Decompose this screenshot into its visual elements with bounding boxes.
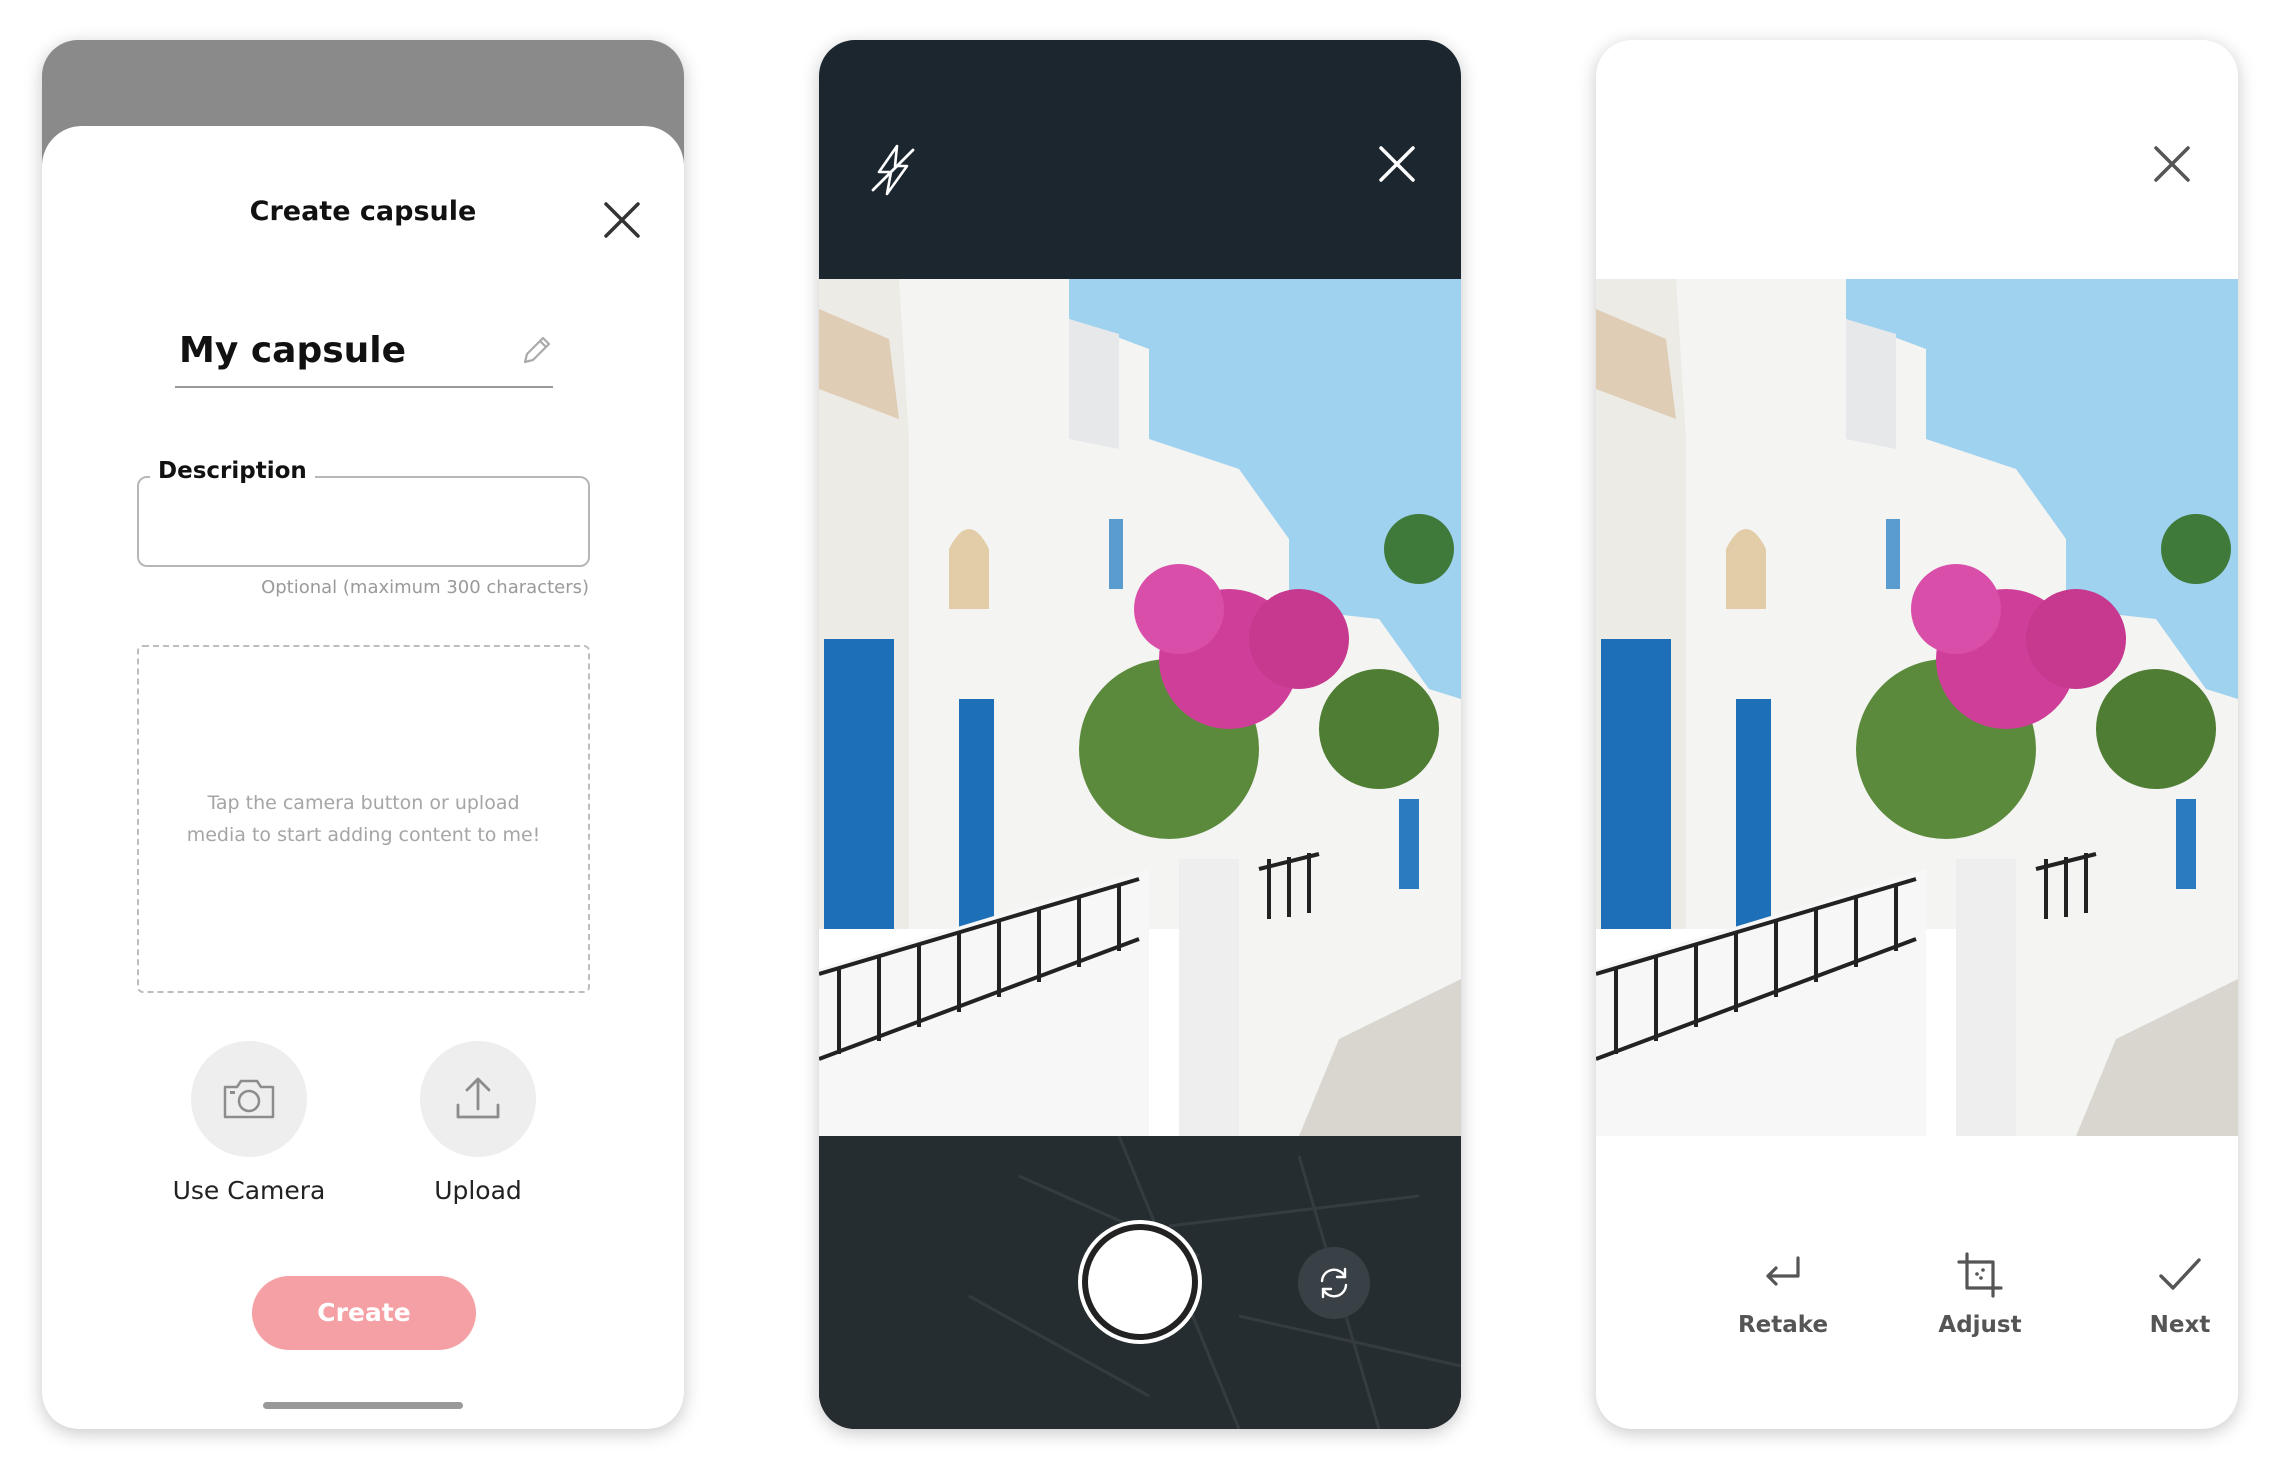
use-camera-label: Use Camera [172, 1176, 326, 1205]
street-photo [1596, 279, 2238, 1136]
adjust-label: Adjust [1938, 1312, 2022, 1338]
description-input[interactable] [137, 476, 590, 567]
flash-off-icon[interactable] [863, 140, 923, 200]
pencil-icon[interactable] [519, 334, 553, 368]
capsule-name-field[interactable]: My capsule [175, 322, 553, 388]
flip-camera-button[interactable] [1298, 1247, 1370, 1319]
capsule-name-value: My capsule [179, 330, 407, 371]
create-button[interactable]: Create [252, 1276, 476, 1350]
street-photo [819, 279, 1461, 1136]
camera-icon [223, 1079, 275, 1119]
captured-photo [1596, 279, 2238, 1136]
adjust-button[interactable]: Adjust [1910, 1250, 2050, 1350]
upload-icon [456, 1077, 500, 1119]
home-indicator [263, 1402, 463, 1409]
next-button[interactable]: Next [2110, 1250, 2238, 1350]
checkmark-icon [2159, 1258, 2201, 1290]
media-dropzone[interactable]: Tap the camera button or upload media to… [137, 645, 590, 993]
crop-icon [1957, 1252, 2003, 1298]
camera-screen [819, 40, 1461, 1429]
page-title: Create capsule [249, 196, 477, 227]
create-capsule-sheet: Create capsule My capsule Description Op… [42, 126, 684, 1429]
upload-button[interactable] [420, 1041, 536, 1157]
photo-review-screen: Retake Adjust Next [1596, 40, 2238, 1429]
description-hint: Optional (maximum 300 characters) [261, 577, 589, 598]
next-label: Next [2149, 1312, 2211, 1338]
use-camera-button[interactable] [191, 1041, 307, 1157]
description-label: Description [150, 458, 315, 484]
retake-label: Retake [1737, 1312, 1829, 1338]
close-icon[interactable] [2152, 144, 2192, 184]
return-arrow-icon [1766, 1256, 1800, 1286]
create-capsule-screen: Create capsule My capsule Description Op… [42, 40, 684, 1429]
flip-camera-icon [1320, 1267, 1348, 1299]
retake-button[interactable]: Retake [1713, 1250, 1853, 1350]
close-icon[interactable] [602, 200, 642, 240]
shutter-inner [1088, 1230, 1192, 1334]
shutter-button[interactable] [1078, 1220, 1202, 1344]
dropzone-text: Tap the camera button or upload media to… [186, 792, 541, 846]
camera-viewfinder [819, 279, 1461, 1136]
close-icon[interactable] [1377, 144, 1417, 184]
upload-label: Upload [434, 1176, 522, 1205]
